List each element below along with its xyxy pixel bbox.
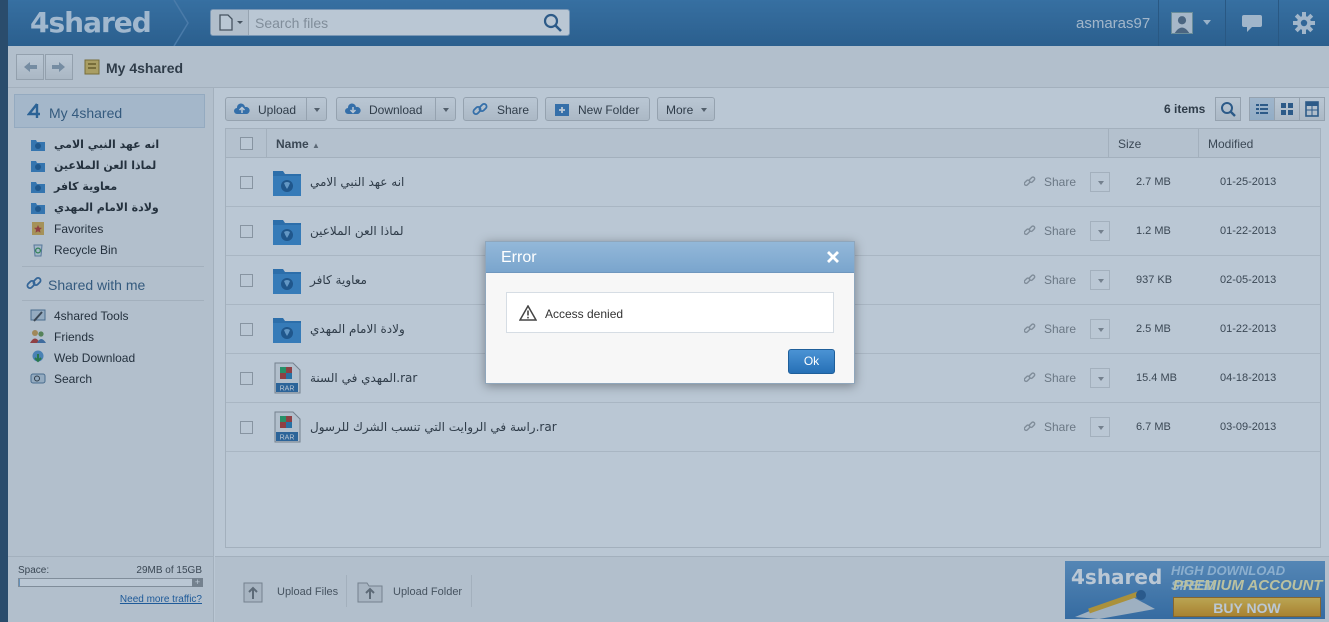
close-icon[interactable]: [826, 250, 840, 264]
ok-button[interactable]: Ok: [788, 349, 835, 374]
warning-icon: [519, 305, 537, 321]
dialog-message-box: Access denied: [506, 292, 834, 333]
dialog-message: Access denied: [545, 307, 624, 321]
dialog-header: Error: [486, 242, 854, 273]
error-dialog: Error Access denied Ok: [485, 241, 855, 384]
dialog-title: Error: [501, 249, 537, 266]
